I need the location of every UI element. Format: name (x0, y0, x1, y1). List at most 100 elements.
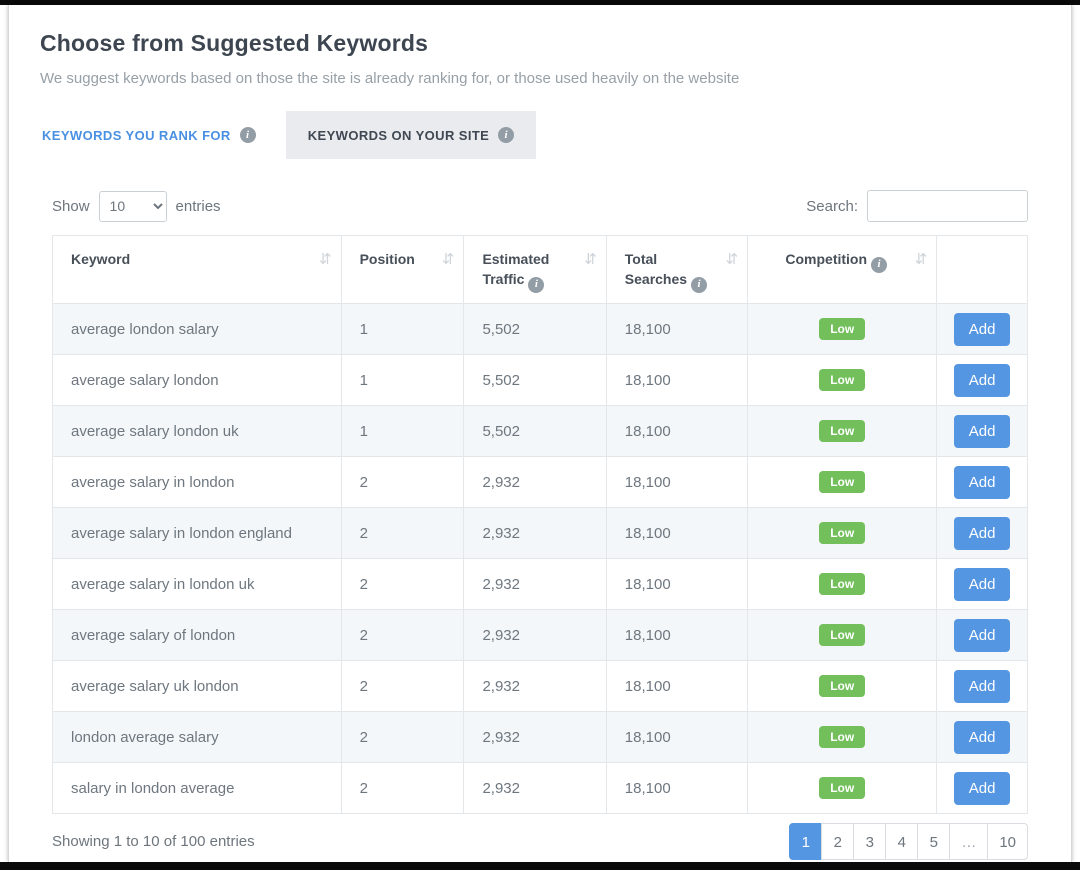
tab-keywords-on-your-site[interactable]: KEYWORDS ON YOUR SITE i (286, 111, 537, 159)
searches-cell: 18,100 (606, 661, 747, 712)
keyword-cell: average salary uk london (53, 661, 342, 712)
traffic-cell: 2,932 (464, 712, 606, 763)
table-row: average salary london uk 1 5,502 18,100 … (53, 406, 1028, 457)
position-cell: 2 (341, 559, 464, 610)
competition-cell: Low (748, 304, 937, 355)
competition-badge: Low (819, 369, 865, 391)
keywords-table: Keyword ⇵ Position ⇵ Estimated Traffici … (52, 235, 1028, 814)
table-header-row: Keyword ⇵ Position ⇵ Estimated Traffici … (53, 236, 1028, 304)
table-row: london average salary 2 2,932 18,100 Low… (53, 712, 1028, 763)
info-icon[interactable]: i (240, 127, 256, 143)
position-cell: 2 (341, 712, 464, 763)
add-button[interactable]: Add (954, 619, 1011, 652)
traffic-cell: 2,932 (464, 610, 606, 661)
column-header-estimated-traffic[interactable]: Estimated Traffici ⇵ (464, 236, 606, 304)
bottom-edge (0, 862, 1080, 870)
traffic-cell: 5,502 (464, 355, 606, 406)
searches-cell: 18,100 (606, 712, 747, 763)
add-button[interactable]: Add (954, 466, 1011, 499)
competition-cell: Low (748, 559, 937, 610)
tab-bar: KEYWORDS YOU RANK FOR i KEYWORDS ON YOUR… (40, 111, 1040, 159)
table-row: salary in london average 2 2,932 18,100 … (53, 763, 1028, 814)
add-button[interactable]: Add (954, 364, 1011, 397)
competition-cell: Low (748, 610, 937, 661)
info-icon[interactable]: i (691, 277, 707, 293)
position-cell: 1 (341, 406, 464, 457)
sort-icon[interactable]: ⇵ (915, 249, 928, 271)
competition-badge: Low (819, 573, 865, 595)
sort-icon[interactable]: ⇵ (584, 249, 597, 271)
search-input[interactable] (867, 190, 1028, 222)
tab-keywords-you-rank-for[interactable]: KEYWORDS YOU RANK FOR i (40, 111, 286, 159)
searches-cell: 18,100 (606, 304, 747, 355)
sort-icon[interactable]: ⇵ (442, 249, 455, 271)
keyword-cell: average salary in london (53, 457, 342, 508)
action-cell: Add (937, 763, 1028, 814)
add-button[interactable]: Add (954, 721, 1011, 754)
show-label: Show (52, 198, 90, 215)
column-header-keyword[interactable]: Keyword ⇵ (53, 236, 342, 304)
competition-badge: Low (819, 777, 865, 799)
page-button-2[interactable]: 2 (821, 823, 854, 860)
column-header-position[interactable]: Position ⇵ (341, 236, 464, 304)
traffic-cell: 2,932 (464, 661, 606, 712)
table-row: average salary london 1 5,502 18,100 Low… (53, 355, 1028, 406)
column-header-total-searches[interactable]: Total Searchesi ⇵ (606, 236, 747, 304)
searches-cell: 18,100 (606, 406, 747, 457)
table-row: average salary uk london 2 2,932 18,100 … (53, 661, 1028, 712)
traffic-cell: 2,932 (464, 508, 606, 559)
sort-icon[interactable]: ⇵ (319, 249, 332, 271)
position-cell: 1 (341, 304, 464, 355)
action-cell: Add (937, 457, 1028, 508)
keyword-cell: salary in london average (53, 763, 342, 814)
position-cell: 2 (341, 610, 464, 661)
traffic-cell: 2,932 (464, 763, 606, 814)
page-title: Choose from Suggested Keywords (40, 30, 1040, 57)
action-cell: Add (937, 712, 1028, 763)
action-cell: Add (937, 304, 1028, 355)
page-subtitle: We suggest keywords based on those the s… (40, 70, 1040, 87)
keyword-cell: average salary london (53, 355, 342, 406)
keyword-cell: average salary in london england (53, 508, 342, 559)
pagination: 1 2 3 4 5 … 10 (789, 823, 1028, 860)
action-cell: Add (937, 661, 1028, 712)
page-button-4[interactable]: 4 (885, 823, 918, 860)
column-header-competition[interactable]: Competitioni ⇵ (748, 236, 937, 304)
info-icon[interactable]: i (871, 257, 887, 273)
sort-icon[interactable]: ⇵ (726, 249, 739, 271)
table-row: average salary of london 2 2,932 18,100 … (53, 610, 1028, 661)
add-button[interactable]: Add (954, 313, 1011, 346)
searches-cell: 18,100 (606, 355, 747, 406)
add-button[interactable]: Add (954, 568, 1011, 601)
page-button-1[interactable]: 1 (789, 823, 822, 860)
keyword-cell: average salary in london uk (53, 559, 342, 610)
searches-cell: 18,100 (606, 559, 747, 610)
info-icon[interactable]: i (498, 127, 514, 143)
add-button[interactable]: Add (954, 415, 1011, 448)
position-cell: 2 (341, 661, 464, 712)
add-button[interactable]: Add (954, 772, 1011, 805)
competition-cell: Low (748, 355, 937, 406)
info-icon[interactable]: i (528, 277, 544, 293)
searches-cell: 18,100 (606, 457, 747, 508)
table-controls: Show 10 entries Search: (52, 190, 1028, 222)
traffic-cell: 2,932 (464, 559, 606, 610)
add-button[interactable]: Add (954, 517, 1011, 550)
page-size-select[interactable]: 10 (99, 191, 167, 222)
page-button-5[interactable]: 5 (917, 823, 950, 860)
competition-cell: Low (748, 457, 937, 508)
column-label: Competition (785, 251, 867, 267)
action-cell: Add (937, 559, 1028, 610)
competition-badge: Low (819, 726, 865, 748)
competition-badge: Low (819, 522, 865, 544)
competition-cell: Low (748, 661, 937, 712)
tab-label: KEYWORDS ON YOUR SITE (308, 128, 490, 143)
page-button-3[interactable]: 3 (853, 823, 886, 860)
column-label: Total Searches (625, 251, 687, 287)
traffic-cell: 2,932 (464, 457, 606, 508)
showing-entries-text: Showing 1 to 10 of 100 entries (52, 833, 255, 850)
competition-badge: Low (819, 471, 865, 493)
page-ellipsis: … (949, 823, 988, 860)
page-button-10[interactable]: 10 (987, 823, 1028, 860)
add-button[interactable]: Add (954, 670, 1011, 703)
